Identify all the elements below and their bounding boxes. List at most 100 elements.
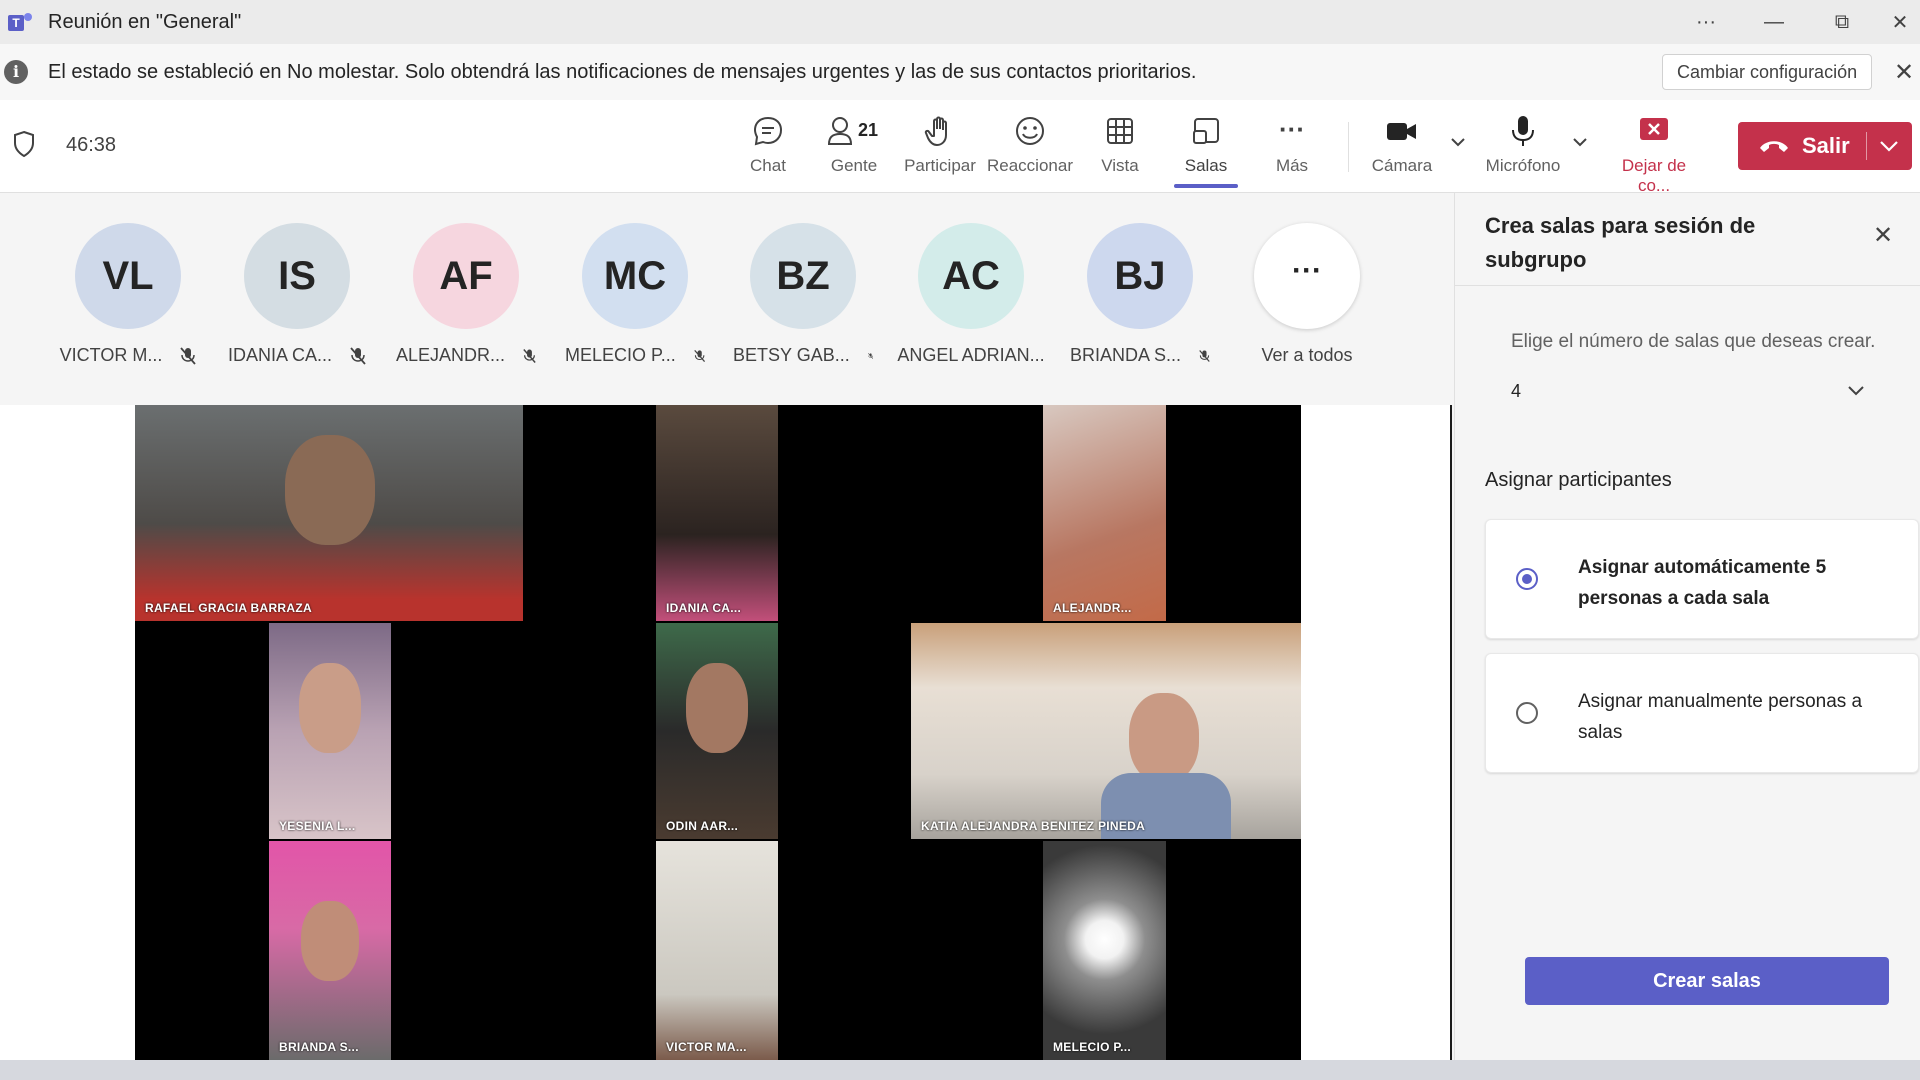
more-button[interactable]: ··· Más <box>1250 114 1334 184</box>
minimize-button[interactable]: — <box>1744 0 1804 44</box>
grid-view-icon <box>1107 118 1133 144</box>
people-button[interactable]: 21 Gente <box>812 114 896 184</box>
participant-card[interactable]: BJ BRIANDA S... <box>1070 223 1210 366</box>
video-tile[interactable]: RAFAEL GRACIA BARRAZA <box>135 405 523 621</box>
view-button[interactable]: Vista <box>1078 114 1162 184</box>
chat-button[interactable]: Chat <box>726 114 810 184</box>
avatar: MC <box>582 223 688 329</box>
avatar: BJ <box>1087 223 1193 329</box>
react-button[interactable]: Reaccionar <box>986 114 1074 184</box>
rooms-count-hint: Elige el número de salas que deseas crea… <box>1511 331 1876 352</box>
camera-button[interactable]: Cámara <box>1362 114 1442 184</box>
camera-label: Cámara <box>1371 156 1433 175</box>
participant-video-figure <box>686 663 748 753</box>
participant-card[interactable]: MC MELECIO P... <box>565 223 705 366</box>
panel-close-button[interactable]: ✕ <box>1873 221 1893 250</box>
video-tile[interactable]: IDANIA CA... <box>656 405 778 621</box>
microphone-options-chevron-icon[interactable] <box>1570 132 1590 152</box>
chat-icon <box>753 116 783 146</box>
radio-selected[interactable] <box>1516 568 1538 590</box>
leave-split-divider <box>1866 132 1867 160</box>
toolbar-divider <box>1348 122 1349 172</box>
close-window-button[interactable]: ✕ <box>1870 0 1920 44</box>
rooms-count-value: 4 <box>1511 380 1522 401</box>
more-options-button[interactable]: ··· <box>1676 0 1736 44</box>
window-title: Reunión en "General" <box>48 10 242 33</box>
mic-off-icon <box>350 346 366 365</box>
mic-off-icon <box>867 352 873 359</box>
video-tile[interactable]: MELECIO P... <box>1043 841 1166 1060</box>
people-count-badge: 21 <box>858 120 879 140</box>
hang-up-icon <box>1760 141 1788 152</box>
participant-name: IDANIA CA... <box>227 345 333 365</box>
camera-icon <box>1387 123 1416 140</box>
chevron-down-icon <box>1848 386 1864 396</box>
participant-strip: VL VICTOR M... IS IDANIA CA... AF ALEJAN… <box>0 193 1450 405</box>
title-bar: T Reunión en "General" ··· — ⧉ ✕ <box>0 0 1920 44</box>
rooms-count-dropdown[interactable]: 4 <box>1511 371 1867 411</box>
video-tile[interactable]: ODIN AAR... <box>656 623 778 839</box>
camera-options-chevron-icon[interactable] <box>1448 132 1468 152</box>
participant-video-figure <box>1129 693 1199 783</box>
info-icon: i <box>4 60 28 84</box>
mic-off-icon <box>693 349 705 362</box>
leave-button[interactable]: Salir <box>1738 122 1912 170</box>
video-tile[interactable]: ALEJANDR... <box>1043 405 1166 621</box>
rooms-button[interactable]: Salas <box>1164 114 1248 188</box>
leave-label: Salir <box>1802 133 1850 158</box>
shield-icon[interactable] <box>12 130 36 158</box>
avatar: VL <box>75 223 181 329</box>
avatar: AF <box>413 223 519 329</box>
participant-name: BRIANDA S... <box>1070 345 1182 365</box>
participant-card[interactable]: IS IDANIA CA... <box>227 223 367 366</box>
raise-hand-button[interactable]: Participar <box>898 114 982 184</box>
restore-button[interactable]: ⧉ <box>1812 0 1872 44</box>
assign-auto-option[interactable]: Asignar automáticamente 5 personas a cad… <box>1485 519 1919 639</box>
mic-off-icon <box>180 346 197 365</box>
video-name-tag: VICTOR MA... <box>666 1040 747 1054</box>
video-name-tag: IDANIA CA... <box>666 601 742 615</box>
mic-off-icon <box>523 348 536 363</box>
view-label: Vista <box>1101 156 1139 175</box>
change-settings-button[interactable]: Cambiar configuración <box>1662 54 1873 90</box>
video-tile[interactable]: BRIANDA S... <box>269 841 391 1060</box>
participant-video-figure <box>285 435 375 545</box>
notification-close-button[interactable]: ✕ <box>1894 58 1914 87</box>
people-label: Gente <box>830 156 878 175</box>
avatar: BZ <box>750 223 856 329</box>
participant-name: MELECIO P... <box>565 345 676 365</box>
microphone-button[interactable]: Micrófono <box>1478 114 1568 184</box>
video-tile[interactable]: VICTOR MA... <box>656 841 778 1060</box>
video-name-tag: RAFAEL GRACIA BARRAZA <box>145 601 312 615</box>
radio-unselected[interactable] <box>1516 702 1538 724</box>
participant-video-figure <box>301 901 359 981</box>
participant-card[interactable]: BZ BETSY GAB... <box>733 223 873 366</box>
create-rooms-button[interactable]: Crear salas <box>1525 957 1889 1005</box>
assign-manual-option[interactable]: Asignar manualmente personas a salas <box>1485 653 1919 773</box>
more-label: Más <box>1275 156 1309 175</box>
participant-card[interactable]: AF ALEJANDR... <box>396 223 536 366</box>
meeting-timer: 46:38 <box>66 134 117 156</box>
video-tile[interactable]: KATIA ALEJANDRA BENITEZ PINEDA <box>911 623 1301 839</box>
video-name-tag: YESENIA L... <box>279 819 356 833</box>
stop-sharing-label: Dejar de co... <box>1621 156 1687 195</box>
stop-share-icon <box>1640 118 1668 140</box>
stop-sharing-button[interactable]: Dejar de co... <box>1604 114 1704 195</box>
teams-logo-icon: T <box>8 11 34 33</box>
see-all-button[interactable]: ··· Ver a todos <box>1237 223 1377 366</box>
leave-options-chevron-icon[interactable] <box>1878 136 1900 156</box>
video-name-tag: MELECIO P... <box>1053 1040 1132 1054</box>
hand-icon <box>924 116 947 146</box>
breakout-rooms-icon <box>1193 118 1219 144</box>
participant-name: ALEJANDR... <box>396 345 506 365</box>
video-tile[interactable]: YESENIA L... <box>269 623 391 839</box>
more-dots-icon: ··· <box>1254 223 1360 329</box>
video-stage: RAFAEL GRACIA BARRAZA IDANIA CA... ALEJA… <box>0 405 1452 1060</box>
participant-card[interactable]: VL VICTOR M... <box>58 223 198 366</box>
participant-card[interactable]: AC ANGEL ADRIAN... <box>897 223 1045 366</box>
people-icon <box>827 117 853 145</box>
chat-label: Chat <box>750 156 786 175</box>
participant-name: VICTOR M... <box>59 345 163 365</box>
smiley-icon <box>1016 117 1044 145</box>
raise-hand-label: Participar <box>904 156 976 175</box>
